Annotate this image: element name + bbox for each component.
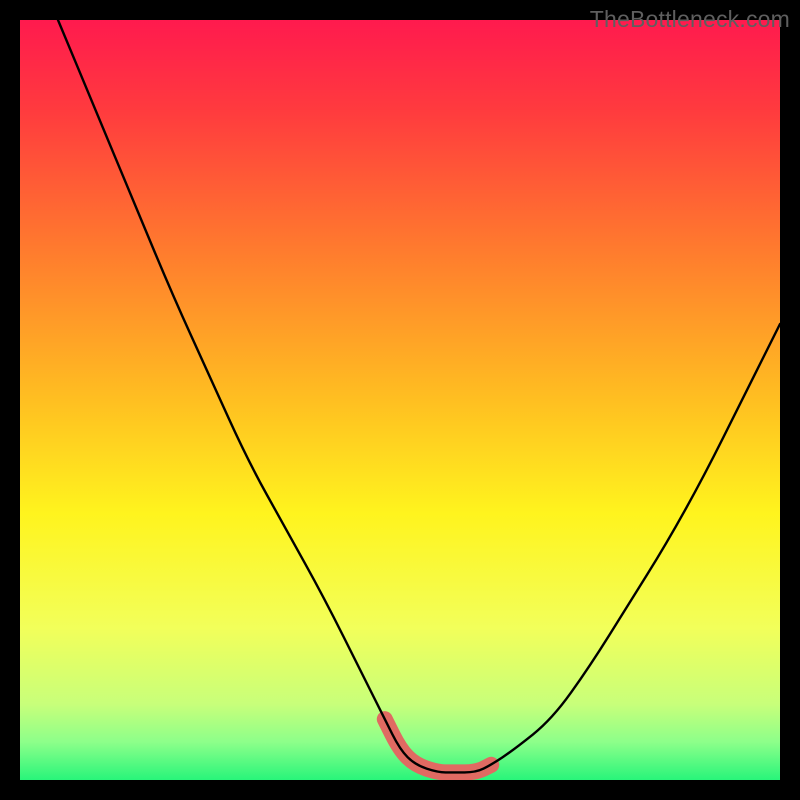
- chart-frame: TheBottleneck.com: [0, 0, 800, 800]
- plot-area: [20, 20, 780, 780]
- curve-highlight: [385, 719, 491, 772]
- curve-overlay: [20, 20, 780, 780]
- bottleneck-curve: [58, 20, 780, 772]
- watermark-text: TheBottleneck.com: [590, 6, 790, 33]
